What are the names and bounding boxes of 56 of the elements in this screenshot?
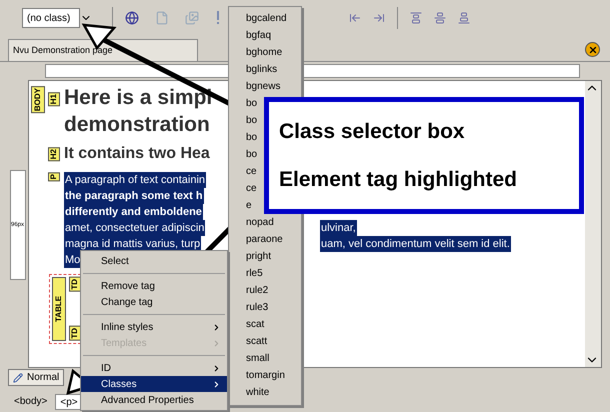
menu-item[interactable]: Remove tag bbox=[81, 278, 227, 294]
tag-marker: H1 bbox=[48, 92, 60, 106]
class-option[interactable]: ce bbox=[246, 182, 257, 194]
class-option[interactable]: tomargin bbox=[246, 370, 285, 382]
pencil-icon bbox=[13, 372, 23, 382]
class-option[interactable]: white bbox=[246, 386, 270, 398]
menu-item[interactable]: Classes bbox=[81, 376, 227, 392]
heading-one: Here is a simpl demonstration bbox=[64, 85, 212, 138]
tag-marker: P bbox=[48, 172, 60, 182]
images-icon[interactable] bbox=[185, 11, 199, 25]
menu-item[interactable]: Inline styles bbox=[81, 319, 227, 335]
page-icon[interactable] bbox=[155, 11, 169, 25]
class-option[interactable]: rule2 bbox=[246, 284, 268, 296]
tag-marker: TD bbox=[69, 277, 81, 292]
class-option[interactable]: rule3 bbox=[246, 302, 268, 314]
class-option[interactable]: pright bbox=[246, 250, 272, 262]
menu-item[interactable]: ID bbox=[81, 360, 227, 376]
exclamation-icon[interactable] bbox=[215, 11, 221, 25]
element-tag[interactable]: <body> bbox=[10, 394, 52, 410]
align-middle-icon[interactable] bbox=[434, 12, 446, 24]
class-option[interactable]: bghome bbox=[246, 46, 282, 58]
tag-marker: TABLE bbox=[52, 277, 66, 341]
class-option[interactable]: rle5 bbox=[246, 268, 263, 280]
column-right-icon[interactable] bbox=[373, 12, 385, 24]
document-tab[interactable]: Nvu Demonstration page bbox=[8, 39, 198, 61]
class-option[interactable]: bgnews bbox=[246, 80, 280, 92]
class-option[interactable]: paraone bbox=[246, 234, 283, 246]
heading-two: It contains two Hea bbox=[64, 144, 210, 164]
class-option[interactable]: bgcalend bbox=[246, 12, 287, 24]
class-option[interactable]: bo bbox=[246, 132, 258, 144]
class-option[interactable]: bglinks bbox=[246, 64, 278, 76]
globe-icon[interactable] bbox=[125, 11, 139, 25]
class-option[interactable]: scatt bbox=[246, 336, 268, 348]
class-option[interactable]: e bbox=[246, 200, 252, 212]
menu-item[interactable]: Select bbox=[81, 253, 227, 269]
scrollbar[interactable] bbox=[585, 81, 601, 367]
column-left-icon[interactable] bbox=[349, 12, 361, 24]
tag-marker: BODY bbox=[31, 86, 45, 114]
tag-marker: TD bbox=[69, 326, 81, 341]
callout-text: Class selector box bbox=[279, 119, 466, 145]
class-option[interactable]: bgfaq bbox=[246, 30, 272, 42]
class-option[interactable]: bo bbox=[246, 98, 258, 110]
class-option[interactable]: ce bbox=[246, 166, 257, 178]
callout-text: Element tag highlighted bbox=[279, 166, 518, 192]
tag-marker: H2 bbox=[48, 146, 60, 162]
class-option[interactable]: bo bbox=[246, 148, 258, 160]
class-option[interactable]: scat bbox=[246, 318, 264, 330]
menu-item[interactable]: Advanced Properties bbox=[81, 392, 227, 408]
menu-item[interactable]: Change tag bbox=[81, 294, 227, 310]
class-selector[interactable]: (no class) bbox=[22, 8, 80, 28]
align-bottom-icon[interactable] bbox=[458, 12, 470, 24]
align-top-icon[interactable] bbox=[410, 12, 422, 24]
class-option[interactable]: bo bbox=[246, 114, 258, 126]
class-option[interactable]: nopad bbox=[246, 216, 274, 228]
class-option[interactable]: small bbox=[246, 352, 270, 364]
view-tab[interactable]: Normal bbox=[8, 369, 64, 386]
